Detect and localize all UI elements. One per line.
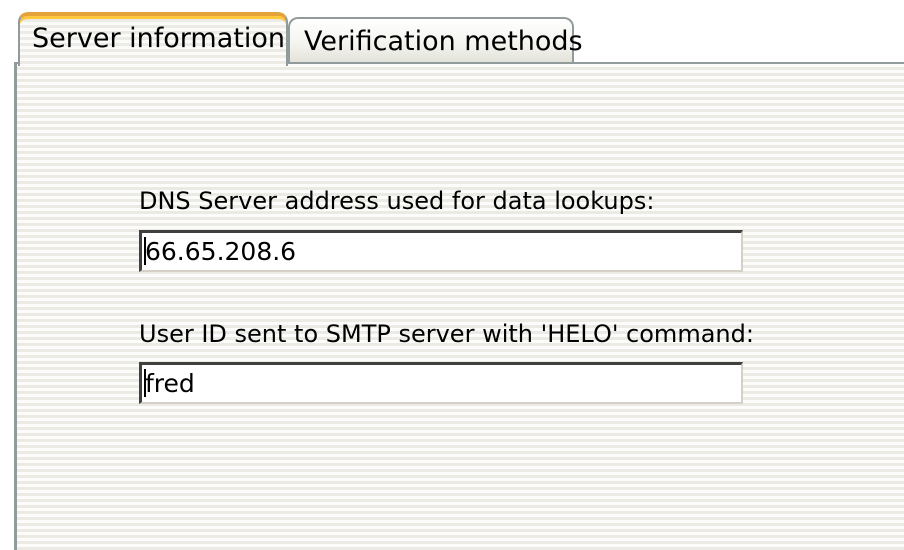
tab-verification-methods[interactable]: Verification methods xyxy=(288,17,583,63)
dns-server-input-content: 66.65.208.6 xyxy=(142,233,741,270)
helo-user-id-value: fred xyxy=(145,369,195,398)
tab-label: Verification methods xyxy=(304,26,583,57)
tab-label: Server information xyxy=(32,23,285,54)
dns-server-value: 66.65.208.6 xyxy=(145,237,297,266)
tab-server-information[interactable]: Server information xyxy=(18,12,288,66)
tab-panel-server-information: DNS Server address used for data lookups… xyxy=(14,62,904,550)
dns-server-input[interactable]: 66.65.208.6 xyxy=(139,230,743,272)
helo-user-id-label: User ID sent to SMTP server with 'HELO' … xyxy=(139,320,754,348)
helo-user-id-input-content: fred xyxy=(142,365,741,402)
helo-user-id-input[interactable]: fred xyxy=(139,362,743,404)
dns-server-label: DNS Server address used for data lookups… xyxy=(139,187,655,215)
dialog-stage: Server information Verification methods … xyxy=(0,0,904,550)
